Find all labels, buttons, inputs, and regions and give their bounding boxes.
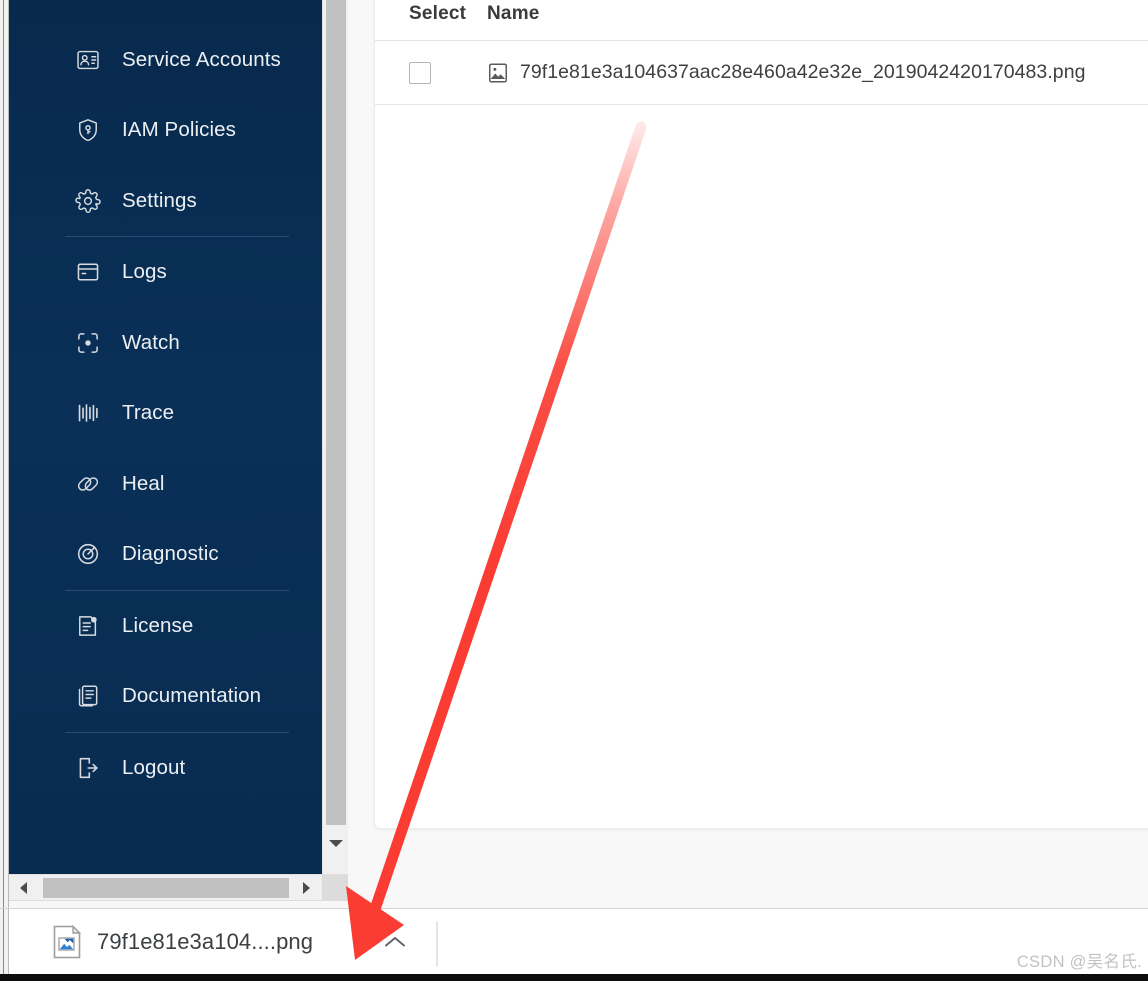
sidebar-item-logout[interactable]: Logout xyxy=(9,733,322,804)
sidebar-item-label: Trace xyxy=(122,401,175,425)
screenshot-root: Groups Service Accounts IAM Policies Settin… xyxy=(0,0,1148,981)
object-browser-card: Select Name 79f1e81e3a104637aac28e460a42… xyxy=(374,0,1148,829)
sidebar-item-label: Watch xyxy=(122,330,180,354)
sidebar-item-trace[interactable]: Trace xyxy=(9,378,322,449)
file-table: Select Name 79f1e81e3a104637aac28e460a42… xyxy=(375,0,1148,105)
browser-viewport: Groups Service Accounts IAM Policies Settin… xyxy=(0,0,1148,908)
sidebar-item-logs[interactable]: Logs xyxy=(9,237,322,308)
row-select-cell xyxy=(409,61,487,84)
window-frame-edge xyxy=(0,0,9,908)
sidebar-item-heal[interactable]: Heal xyxy=(9,449,322,520)
sidebar-item-label: Logout xyxy=(122,755,186,779)
sidebar-item-label: Groups xyxy=(122,0,190,1)
vertical-scrollbar-thumb[interactable] xyxy=(326,0,346,825)
documentation-icon xyxy=(73,681,103,711)
sidebar-item-label: Logs xyxy=(122,260,167,284)
sidebar-item-label: Diagnostic xyxy=(122,542,219,566)
triangle-left-icon[interactable] xyxy=(11,875,36,900)
groups-icon xyxy=(73,0,103,4)
sidebar-item-label: Service Accounts xyxy=(122,47,281,71)
sidebar-item-label: Heal xyxy=(122,471,165,495)
main-content-area: Select Name 79f1e81e3a104637aac28e460a42… xyxy=(349,0,1148,908)
column-header-name: Name xyxy=(487,2,540,24)
sidebar-item-label: IAM Policies xyxy=(122,118,236,142)
download-bar-divider xyxy=(436,921,438,967)
sidebar-item-label: Settings xyxy=(122,188,197,212)
sidebar-item-groups[interactable]: Groups xyxy=(9,0,322,25)
table-row[interactable]: 79f1e81e3a104637aac28e460a42e32e_2019042… xyxy=(375,41,1148,105)
bottom-edge-strip xyxy=(0,974,1148,981)
sidebar-item-diagnostic[interactable]: Diagnostic xyxy=(9,519,322,590)
heal-icon xyxy=(73,469,103,499)
scrollbar-corner xyxy=(322,875,348,900)
download-file-name: 79f1e81e3a104....png xyxy=(97,928,314,954)
license-icon xyxy=(73,611,103,641)
sidebar-item-license[interactable]: License xyxy=(9,591,322,662)
table-header-row: Select Name xyxy=(375,0,1148,41)
sidebar-item-watch[interactable]: Watch xyxy=(9,308,322,379)
image-file-icon xyxy=(487,62,509,84)
sidebar-item-settings[interactable]: Settings xyxy=(9,166,322,237)
service-accounts-icon xyxy=(73,45,103,75)
logs-icon xyxy=(73,257,103,287)
sidebar-item-documentation[interactable]: Documentation xyxy=(9,661,322,732)
iam-policies-icon xyxy=(73,115,103,145)
logout-icon xyxy=(73,753,103,783)
triangle-down-icon[interactable] xyxy=(323,828,349,858)
triangle-right-icon[interactable] xyxy=(294,875,319,900)
download-bar-frame-edge xyxy=(0,909,9,975)
row-name-cell: 79f1e81e3a104637aac28e460a42e32e_2019042… xyxy=(487,61,1148,84)
column-header-select: Select xyxy=(409,2,467,24)
download-bar: 79f1e81e3a104....png xyxy=(0,908,1148,975)
row-checkbox[interactable] xyxy=(409,61,431,84)
sidebar-item-label: License xyxy=(122,613,194,637)
download-item[interactable]: 79f1e81e3a104....png xyxy=(20,909,436,974)
sidebar-horizontal-scrollbar[interactable] xyxy=(9,874,348,901)
image-file-icon xyxy=(52,924,82,959)
settings-gear-icon xyxy=(73,186,103,216)
chevron-up-icon[interactable] xyxy=(378,928,412,956)
sidebar-item-list: Groups Service Accounts IAM Policies Settin… xyxy=(9,0,322,803)
sidebar-navigation: Groups Service Accounts IAM Policies Settin… xyxy=(9,0,322,874)
horizontal-scrollbar-thumb[interactable] xyxy=(43,878,289,898)
watermark-text: CSDN @吴名氏. xyxy=(1016,953,1142,971)
sidebar-vertical-scrollbar[interactable] xyxy=(322,0,348,874)
sidebar-item-service-accounts[interactable]: Service Accounts xyxy=(9,25,322,96)
trace-icon xyxy=(73,398,103,428)
diagnostic-icon xyxy=(73,539,103,569)
sidebar-item-iam-policies[interactable]: IAM Policies xyxy=(9,95,322,166)
watch-icon xyxy=(73,328,103,358)
sidebar-item-label: Documentation xyxy=(122,684,262,708)
file-name-text: 79f1e81e3a104637aac28e460a42e32e_2019042… xyxy=(520,61,1086,83)
